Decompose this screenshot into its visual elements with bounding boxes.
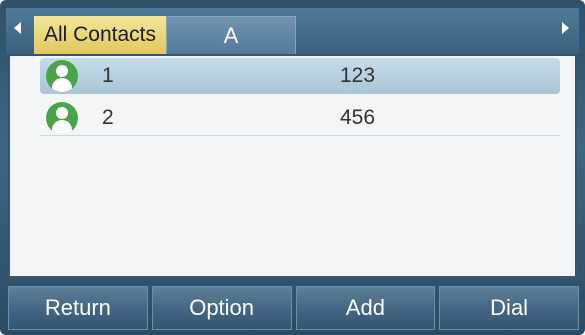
- arrow-right-icon[interactable]: [562, 22, 569, 34]
- tab-all-contacts[interactable]: All Contacts: [34, 16, 166, 54]
- dial-button[interactable]: Dial: [439, 286, 579, 330]
- contact-list: 1 123 2 456: [8, 54, 577, 278]
- add-button[interactable]: Add: [295, 286, 436, 330]
- contact-avatar-icon: [46, 60, 78, 92]
- phone-screen: All Contacts A 1 123 2 456 Return Option…: [0, 0, 585, 335]
- contact-avatar-icon: [46, 102, 78, 134]
- arrow-left-icon[interactable]: [14, 22, 21, 34]
- contact-number: 123: [340, 64, 376, 87]
- contact-row-2[interactable]: 2 456: [40, 100, 560, 136]
- tab-label: A: [223, 22, 239, 48]
- contact-row-1[interactable]: 1 123: [40, 58, 560, 94]
- tab-bar: All Contacts A: [6, 8, 579, 54]
- softkey-bar: Return Option Add Dial: [8, 286, 579, 330]
- option-button[interactable]: Option: [151, 286, 292, 330]
- tab-label: All Contacts: [43, 23, 157, 46]
- contact-name: 2: [102, 105, 114, 129]
- return-button[interactable]: Return: [8, 286, 148, 330]
- contact-number: 456: [340, 105, 376, 129]
- tab-a[interactable]: A: [166, 16, 296, 54]
- contact-name: 1: [102, 64, 114, 87]
